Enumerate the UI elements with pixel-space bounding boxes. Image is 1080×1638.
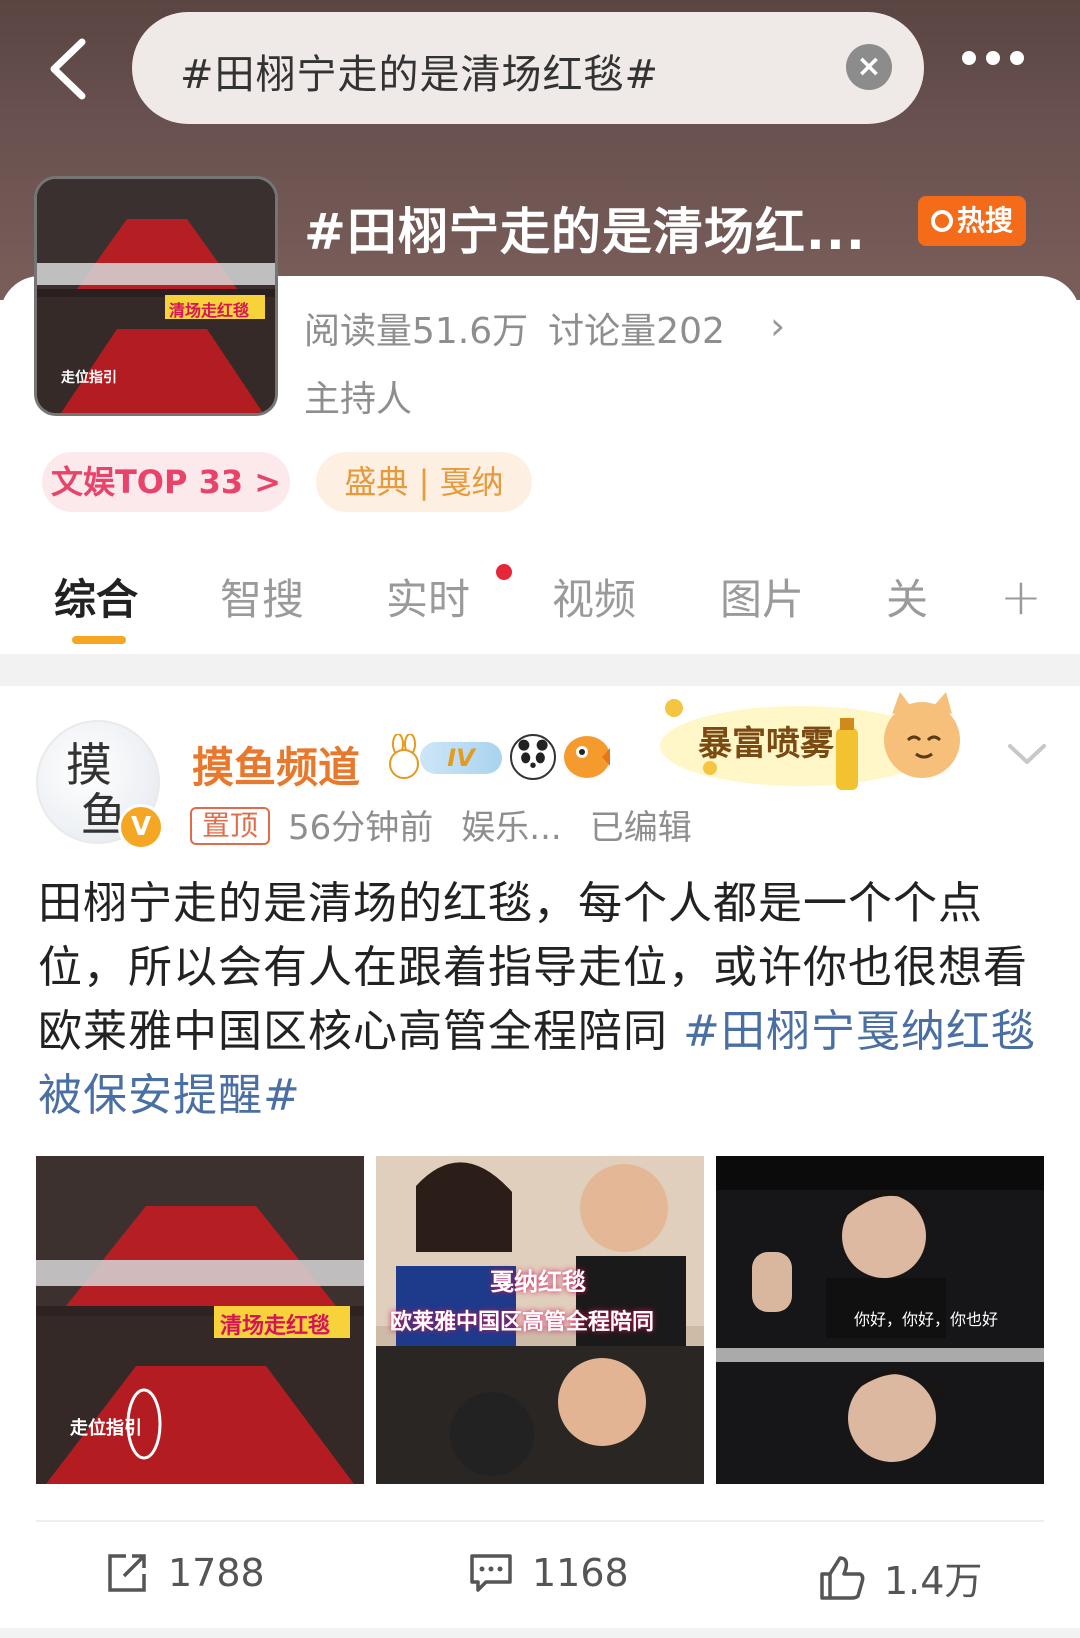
fish-badge-icon bbox=[564, 736, 610, 778]
post-source[interactable]: 娱乐... bbox=[461, 808, 561, 848]
host-label[interactable]: 主持人 bbox=[304, 370, 412, 422]
repost-button[interactable]: 1788 bbox=[104, 1550, 265, 1596]
discussion-count: 讨论量202 bbox=[548, 311, 725, 352]
tab-comprehensive[interactable]: 综合 bbox=[54, 566, 138, 627]
verified-icon: V bbox=[118, 804, 164, 850]
action-divider bbox=[36, 1520, 1044, 1522]
post-actions: 1788 1168 1.4万 bbox=[0, 1540, 1080, 1620]
clear-icon[interactable]: × bbox=[846, 44, 892, 90]
photo-2[interactable]: 戛纳红毯 欧莱雅中国区高管全程陪同 bbox=[376, 1156, 704, 1484]
post-time: 56分钟前 bbox=[288, 808, 434, 848]
tab-bar: 综合 智搜 实时 视频 图片 关 bbox=[0, 560, 1080, 650]
tab-follow[interactable]: 关 bbox=[886, 566, 928, 627]
photo-1[interactable]: 清场走红毯 走位指引 bbox=[36, 1156, 364, 1484]
like-button[interactable]: 1.4万 bbox=[818, 1550, 982, 1605]
photo-3-caption: 你好，你好，你也好 bbox=[854, 1310, 999, 1329]
tab-smart-search[interactable]: 智搜 bbox=[220, 566, 304, 627]
panda-badge-icon bbox=[510, 734, 556, 780]
author-name[interactable]: 摸鱼频道 bbox=[192, 734, 360, 795]
rank-tag[interactable]: 文娱TOP 33 > bbox=[42, 452, 290, 512]
photo-3[interactable]: 你好，你好，你也好 bbox=[716, 1156, 1044, 1484]
back-arrow-icon[interactable] bbox=[40, 34, 100, 104]
iv-level-badge[interactable]: IV bbox=[420, 742, 502, 774]
like-count: 1.4万 bbox=[884, 1559, 983, 1603]
search-bar[interactable]: #田栩宁走的是清场红毯# × bbox=[132, 12, 924, 124]
like-icon bbox=[820, 1555, 865, 1600]
edited-label[interactable]: 已编辑 bbox=[590, 808, 692, 848]
more-icon[interactable] bbox=[962, 50, 1034, 80]
thumb-caption-clear: 清场走红毯 bbox=[169, 301, 250, 320]
photo-2-caption-sub: 欧莱雅中国区高管全程陪同 bbox=[390, 1310, 655, 1335]
event-tag[interactable]: 盛典 | 戛纳 bbox=[316, 452, 532, 512]
comment-button[interactable]: 1168 bbox=[468, 1550, 629, 1596]
read-count: 阅读量51.6万 bbox=[304, 311, 529, 352]
tab-images[interactable]: 图片 bbox=[720, 566, 804, 627]
chevron-down-icon[interactable] bbox=[1006, 740, 1048, 770]
photo-2-caption-title: 戛纳红毯 bbox=[490, 1268, 586, 1296]
photo-1-caption-guide: 走位指引 bbox=[70, 1418, 142, 1439]
search-input[interactable]: #田栩宁走的是清场红毯# bbox=[180, 42, 659, 100]
repost-icon bbox=[108, 1554, 146, 1592]
hot-badge-label: 热搜 bbox=[956, 204, 1013, 237]
sticker-decoration: 暴富喷雾 bbox=[660, 688, 1000, 798]
tab-realtime[interactable]: 实时 bbox=[386, 566, 470, 627]
topic-stats[interactable]: 阅读量51.6万 讨论量202 bbox=[304, 302, 745, 354]
plus-icon[interactable]: + bbox=[1000, 568, 1042, 626]
comment-count: 1168 bbox=[532, 1551, 629, 1595]
photo-grid: 清场走红毯 走位指引 戛纳红毯 欧莱雅中国区高管全程陪同 你好，你好，你也好 bbox=[36, 1156, 1044, 1484]
active-tab-indicator bbox=[72, 636, 126, 644]
topic-thumbnail[interactable]: 清场走红毯 走位指引 bbox=[34, 176, 278, 416]
chevron-right-icon[interactable]: › bbox=[770, 304, 785, 348]
topic-title: #田栩宁走的是清场红... bbox=[304, 203, 866, 261]
thumb-caption-guide: 走位指引 bbox=[61, 370, 117, 386]
realtime-notification-dot bbox=[496, 564, 512, 580]
bottom-divider bbox=[0, 1628, 1080, 1638]
pinned-badge: 置顶 bbox=[190, 807, 271, 845]
photo-1-caption-clear: 清场走红毯 bbox=[220, 1314, 331, 1339]
fire-icon bbox=[930, 210, 953, 232]
repost-count: 1788 bbox=[168, 1551, 265, 1595]
hot-search-badge: 热搜 bbox=[918, 196, 1026, 246]
tab-video[interactable]: 视频 bbox=[552, 566, 636, 627]
comment-icon bbox=[470, 1554, 512, 1592]
post-body[interactable]: 田栩宁走的是清场的红毯，每个人都是一个个点位，所以会有人在跟着指导走位，或许你也… bbox=[38, 872, 1048, 1128]
post-meta: 置顶 56分钟前 娱乐... 已编辑 bbox=[190, 800, 692, 849]
sticker-text: 暴富喷雾 bbox=[698, 724, 834, 764]
section-divider bbox=[0, 654, 1080, 686]
